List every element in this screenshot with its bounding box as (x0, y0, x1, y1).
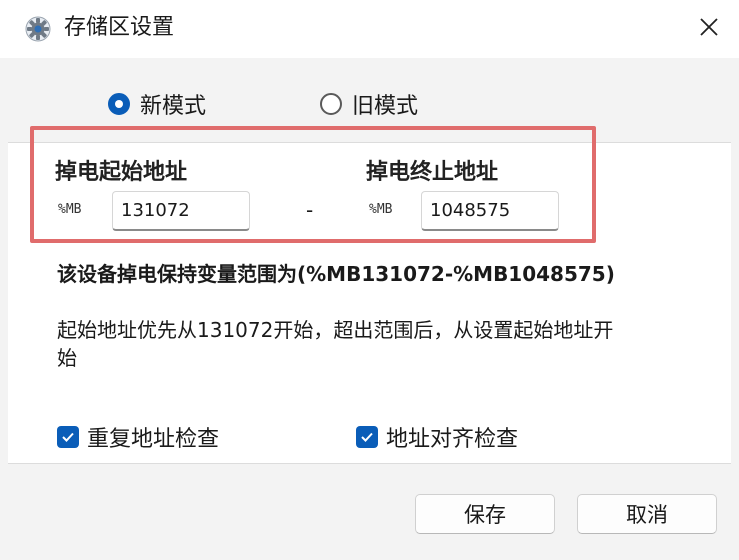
radio-old-mode[interactable]: 旧模式 (320, 88, 418, 120)
close-icon (699, 17, 719, 41)
radio-old-mode-label: 旧模式 (352, 94, 419, 119)
radio-new-mode[interactable]: 新模式 (108, 88, 206, 120)
retention-range-text: 该设备掉电保持变量范围为(%MB131072-%MB1048575) (57, 262, 615, 286)
cancel-button[interactable]: 取消 (577, 494, 717, 534)
radio-new-mode-label: 新模式 (140, 94, 207, 119)
duplicate-address-check-label: 重复地址检查 (87, 427, 220, 452)
radio-unselected-icon (320, 93, 342, 115)
start-address-note: 起始地址优先从131072开始，超出范围后，从设置起始地址开始 (57, 318, 614, 370)
close-button[interactable] (679, 0, 739, 58)
title-bar: 存储区设置 (0, 0, 739, 58)
checkbox-checked-icon (57, 426, 79, 448)
checkbox-checked-icon (356, 426, 378, 448)
highlight-box (30, 126, 596, 243)
address-alignment-check-label: 地址对齐检查 (386, 427, 519, 452)
gear-icon (24, 15, 52, 43)
radio-selected-icon (108, 93, 130, 115)
save-button[interactable]: 保存 (415, 494, 555, 534)
address-alignment-check[interactable]: 地址对齐检查 (356, 421, 518, 453)
duplicate-address-check[interactable]: 重复地址检查 (57, 421, 219, 453)
window-title: 存储区设置 (64, 15, 175, 40)
